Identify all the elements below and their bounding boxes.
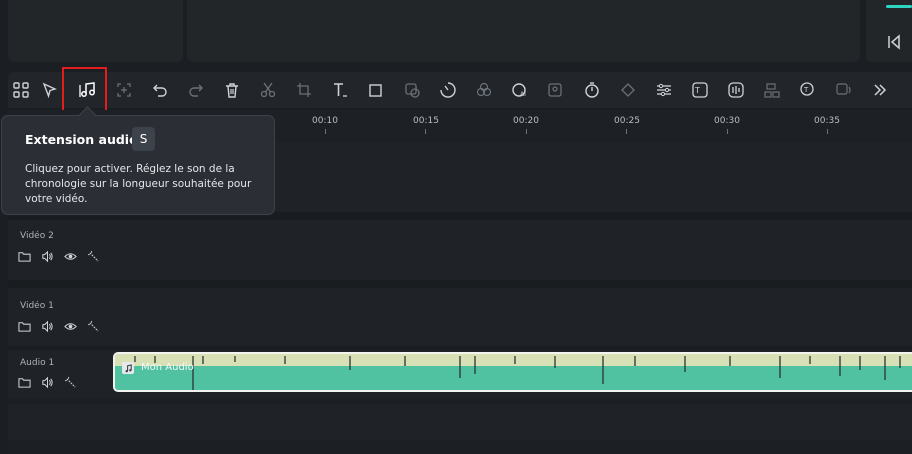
- shape-icon[interactable]: [363, 72, 389, 108]
- grid-icon[interactable]: [8, 72, 34, 108]
- svg-text:T: T: [694, 86, 700, 95]
- folder-icon[interactable]: [18, 376, 32, 390]
- split-audio-icon[interactable]: [759, 72, 785, 108]
- more-icon[interactable]: [867, 72, 893, 108]
- ruler-label: 00:20: [513, 116, 539, 126]
- music-note-icon: [122, 362, 134, 374]
- accent-indicator: [886, 5, 912, 8]
- right-panel: [866, 0, 912, 62]
- voice-icon[interactable]: [831, 72, 857, 108]
- crop-icon[interactable]: [291, 72, 317, 108]
- audio-wave-icon[interactable]: [723, 72, 749, 108]
- audio-stretch-highlight: [62, 67, 107, 113]
- magic-wand-icon[interactable]: [87, 250, 101, 264]
- ai-audio-icon[interactable]: AI: [507, 72, 533, 108]
- keyframe-icon[interactable]: [615, 72, 641, 108]
- ruler-label: 00:15: [413, 116, 439, 126]
- ruler-tick: [526, 129, 527, 134]
- track-header-video1: Vidéo 1: [8, 288, 126, 346]
- timer-icon[interactable]: [579, 72, 605, 108]
- cut-icon[interactable]: [255, 72, 281, 108]
- undo-icon[interactable]: [147, 72, 173, 108]
- ruler-label: 00:10: [312, 116, 338, 126]
- previous-frame-icon[interactable]: [886, 34, 902, 50]
- track-header-video2: Vidéo 2: [8, 220, 126, 280]
- add-marker-icon[interactable]: [111, 72, 137, 108]
- clip-label: Mon Audio: [141, 362, 194, 373]
- track-lane-video1[interactable]: [126, 288, 912, 346]
- adjust-icon[interactable]: [651, 72, 677, 108]
- track-name: Audio 1: [20, 358, 55, 368]
- mask-icon[interactable]: [399, 72, 425, 108]
- ruler-label: 00:25: [614, 116, 640, 126]
- text-icon[interactable]: [327, 72, 353, 108]
- color-icon[interactable]: [471, 72, 497, 108]
- ruler-label: 00:35: [814, 116, 840, 126]
- tts-icon[interactable]: T: [795, 72, 821, 108]
- track-name: Vidéo 2: [20, 231, 54, 241]
- tooltip-description: Cliquez pour activer. Réglez le son de l…: [25, 163, 252, 205]
- volume-icon[interactable]: [41, 250, 55, 264]
- timeline-toolbar: AI T T: [8, 72, 912, 155]
- ai-portrait-icon[interactable]: [543, 72, 569, 108]
- volume-icon[interactable]: [41, 376, 55, 390]
- ruler-tick: [325, 129, 326, 134]
- select-arrow-icon[interactable]: [37, 72, 63, 108]
- ruler-tick: [626, 129, 627, 134]
- tooltip: Extension audio S Cliquez pour activer. …: [1, 106, 275, 215]
- track-divider: [8, 280, 912, 288]
- audio-clip[interactable]: Mon Audio: [113, 352, 912, 392]
- folder-icon[interactable]: [18, 250, 32, 264]
- ruler-tick: [827, 129, 828, 134]
- ai-text-icon[interactable]: T: [687, 72, 713, 108]
- magic-wand-icon[interactable]: [87, 320, 101, 334]
- speed-icon[interactable]: [435, 72, 461, 108]
- eye-icon[interactable]: [64, 250, 78, 264]
- svg-text:T: T: [803, 86, 809, 94]
- volume-icon[interactable]: [41, 320, 55, 334]
- track-lane-empty: [8, 404, 912, 440]
- folder-icon[interactable]: [18, 320, 32, 334]
- svg-text:AI: AI: [520, 91, 526, 98]
- tooltip-title: Extension audio: [25, 132, 138, 147]
- delete-icon[interactable]: [219, 72, 245, 108]
- shortcut-key: S: [132, 127, 155, 151]
- media-panel: [8, 0, 183, 62]
- track-header-audio1: Audio 1: [8, 350, 126, 398]
- ruler-label: 00:30: [714, 116, 740, 126]
- ruler-tick: [727, 129, 728, 134]
- eye-icon[interactable]: [64, 320, 78, 334]
- track-lane-video2[interactable]: [126, 220, 912, 280]
- track-name: Vidéo 1: [20, 301, 54, 311]
- redo-icon[interactable]: [183, 72, 209, 108]
- magic-wand-icon[interactable]: [64, 376, 78, 390]
- preview-panel: [187, 0, 860, 62]
- ruler-tick: [425, 129, 426, 134]
- audio-waveform: [134, 356, 901, 390]
